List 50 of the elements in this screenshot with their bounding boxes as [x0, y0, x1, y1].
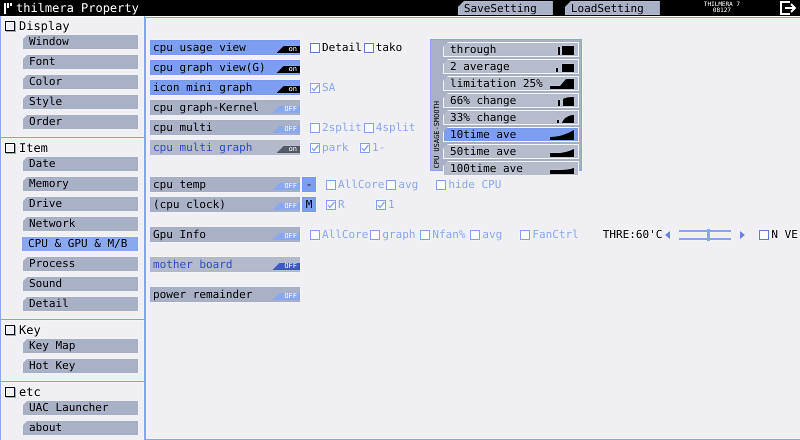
sidebar-item[interactable]: Order — [23, 115, 138, 129]
sidebar-item[interactable]: Key Map — [23, 339, 138, 353]
sidebar-group-label[interactable]: Display — [19, 18, 70, 32]
smoothing-option[interactable]: 100time ave — [443, 161, 579, 176]
sidebar-item[interactable]: Detail — [23, 297, 138, 311]
right-arrow-icon[interactable] — [740, 230, 746, 238]
sidebar-group-label[interactable]: Key — [19, 322, 41, 336]
smoothing-option[interactable]: 50time ave — [443, 144, 579, 159]
sidebar-group-label[interactable]: Item — [19, 140, 48, 154]
sidebar-item[interactable]: Window — [23, 35, 138, 49]
sidebar-item[interactable]: Color — [23, 75, 138, 89]
header-tab-button[interactable]: SaveSetting — [458, 1, 553, 15]
app-logo-icon — [4, 2, 12, 14]
smoothing-option[interactable]: limitation 25% — [443, 76, 579, 91]
checkbox-icon — [5, 142, 15, 152]
sidebar-item[interactable]: about — [23, 421, 138, 435]
checkbox[interactable]: Detail — [310, 41, 362, 54]
exit-icon[interactable] — [780, 1, 796, 15]
header-tab-button[interactable]: LoadSetting — [564, 1, 660, 15]
window-title: thilmera Property — [16, 1, 139, 15]
curve-icon — [550, 130, 574, 140]
sidebar-item[interactable]: Memory — [23, 177, 138, 191]
sidebar-group-label[interactable]: etc — [19, 384, 41, 398]
sidebar-item[interactable]: Process — [23, 257, 138, 271]
sidebar-item[interactable]: Font — [23, 55, 138, 69]
sidebar-item[interactable]: CPU & GPU & M/B — [22, 237, 138, 251]
left-arrow-icon[interactable] — [665, 230, 670, 238]
smoothing-option[interactable]: 33% change — [443, 110, 579, 125]
smoothing-option[interactable]: through — [443, 42, 579, 57]
curve-icon — [550, 146, 574, 156]
sidebar-item[interactable]: Network — [23, 217, 138, 231]
sidebar-item[interactable]: Date — [23, 157, 138, 171]
checkbox-icon — [5, 20, 15, 30]
sidebar-item[interactable]: Hot Key — [23, 359, 138, 373]
smoothing-option[interactable]: 10time ave — [443, 127, 579, 142]
checkbox[interactable]: N VE — [759, 228, 800, 241]
checkbox-icon — [5, 324, 15, 334]
checkbox-icon — [5, 386, 15, 396]
sidebar-item[interactable]: Sound — [23, 277, 138, 291]
mode-button[interactable]: - — [302, 177, 316, 192]
sidebar-item[interactable]: Style — [23, 95, 138, 109]
curve-icon — [550, 78, 574, 88]
checkbox[interactable]: tako — [364, 41, 412, 54]
threshold-label: THRE:60'C — [602, 228, 662, 241]
slider-thumb[interactable] — [706, 228, 710, 240]
mode-button[interactable]: M — [302, 197, 316, 212]
smoothing-option[interactable]: 2 average — [443, 59, 579, 74]
smoothing-option[interactable]: 66% change — [443, 93, 579, 108]
sidebar-item[interactable]: UAC Launcher — [23, 401, 138, 415]
sidebar-item[interactable]: Drive — [23, 197, 138, 211]
